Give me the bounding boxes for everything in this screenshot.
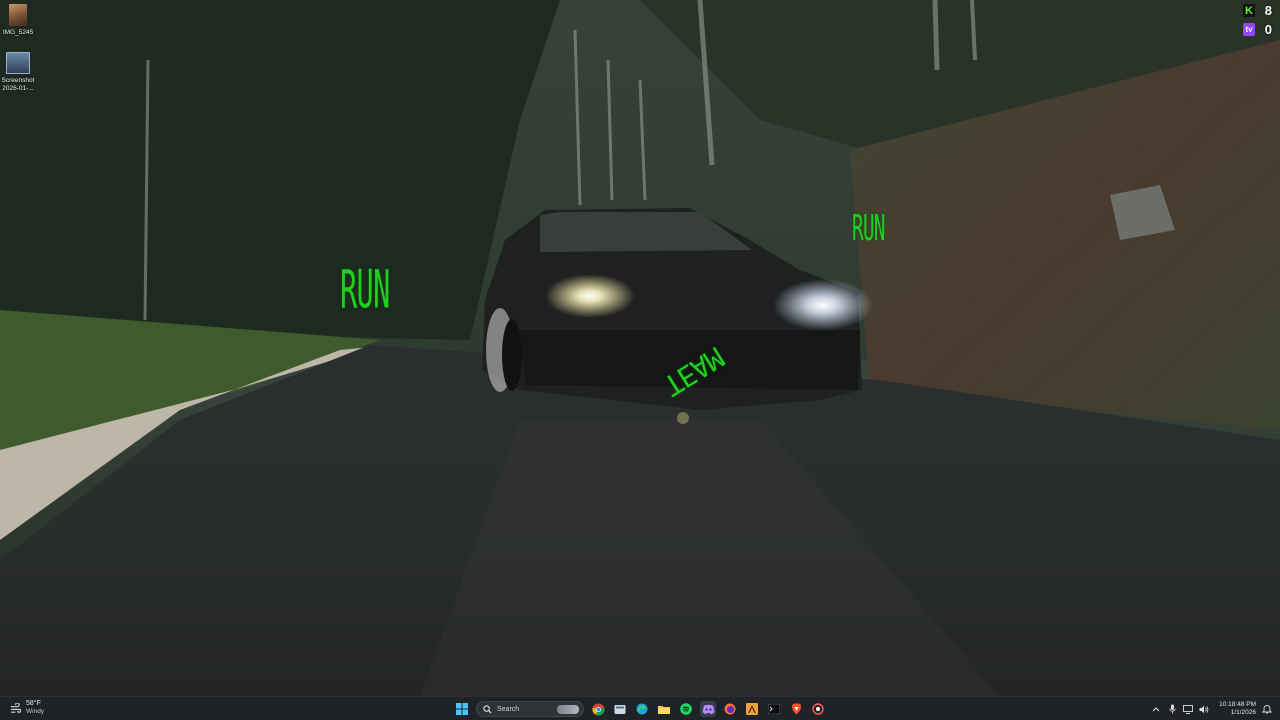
image-file-icon xyxy=(9,4,27,26)
taskbar-edge[interactable] xyxy=(634,701,650,717)
file-explorer-icon xyxy=(658,705,670,714)
firefox-icon xyxy=(724,703,736,715)
taskbar-brave[interactable] xyxy=(788,701,804,717)
search-icon xyxy=(483,704,492,714)
taskbar-terminal[interactable] xyxy=(766,701,782,717)
taskbar-firefox[interactable] xyxy=(722,701,738,717)
twitch-viewer-counter: tv 0 xyxy=(1243,21,1272,38)
search-placeholder: Search xyxy=(497,705,520,713)
desktop-icon-img-5245[interactable]: IMG_5245 xyxy=(0,4,41,37)
taskbar-app[interactable] xyxy=(744,701,760,717)
kick-viewer-counter: K 8 xyxy=(1243,2,1272,19)
search-highlight-decoration xyxy=(557,705,579,714)
desktop-wallpaper: RUN RUN TEAM xyxy=(0,0,1280,696)
taskbar-file-explorer[interactable] xyxy=(656,701,672,717)
taskbar: 58°F Windy Search 10:18:48 PM 1/1/2026 xyxy=(0,696,1280,720)
taskbar-task-view[interactable] xyxy=(612,701,628,717)
taskbar-chrome[interactable] xyxy=(590,701,606,717)
clock-time: 10:18:48 PM xyxy=(1219,701,1256,708)
system-tray: 10:18:48 PM 1/1/2026 xyxy=(1151,699,1272,719)
twitch-viewer-count: 0 xyxy=(1264,22,1272,37)
overlay-run-text-left: RUN xyxy=(340,258,390,321)
weather-temperature: 58°F xyxy=(26,700,41,707)
twitch-logo-icon: tv xyxy=(1243,23,1255,36)
terminal-icon xyxy=(768,704,780,714)
spotify-icon xyxy=(680,703,692,715)
taskbar-spotify[interactable] xyxy=(678,701,694,717)
app-icon xyxy=(746,703,758,715)
discord-icon xyxy=(702,704,714,714)
show-hidden-icons-chevron-up-icon[interactable] xyxy=(1151,704,1161,714)
edge-icon xyxy=(636,703,648,715)
kick-logo-icon: K xyxy=(1243,4,1255,17)
taskbar-center: Search xyxy=(454,699,826,719)
screenshot-file-icon xyxy=(6,52,30,74)
wind-icon xyxy=(10,702,21,713)
overlay-run-text-right: RUN xyxy=(852,208,885,250)
notification-bell-icon[interactable] xyxy=(1262,704,1272,714)
desktop-icon-screenshot[interactable]: Screenshot 2026-01-... xyxy=(0,52,41,93)
windows-start-icon xyxy=(456,703,468,715)
chrome-icon xyxy=(591,702,605,716)
taskbar-clock[interactable]: 10:18:48 PM 1/1/2026 xyxy=(1219,701,1256,717)
clock-date: 1/1/2026 xyxy=(1230,709,1256,716)
weather-widget[interactable]: 58°F Windy xyxy=(10,700,44,716)
start-button[interactable] xyxy=(454,701,470,717)
volume-speaker-icon[interactable] xyxy=(1199,704,1209,714)
task-view-icon xyxy=(614,704,626,714)
taskbar-search-box[interactable]: Search xyxy=(476,701,584,717)
weather-condition: Windy xyxy=(26,708,45,715)
desktop-icon-label: Screenshot 2026-01-... xyxy=(1,77,35,92)
wallpaper-scene xyxy=(0,0,1280,696)
snipping-icon xyxy=(812,703,824,715)
kick-viewer-count: 8 xyxy=(1264,3,1272,18)
desktop-icon-label: IMG_5245 xyxy=(2,29,34,36)
microphone-icon[interactable] xyxy=(1167,704,1177,714)
network-monitor-icon[interactable] xyxy=(1183,704,1194,714)
taskbar-snipping-tool[interactable] xyxy=(810,701,826,717)
taskbar-discord[interactable] xyxy=(700,701,716,717)
brave-icon xyxy=(791,703,801,715)
